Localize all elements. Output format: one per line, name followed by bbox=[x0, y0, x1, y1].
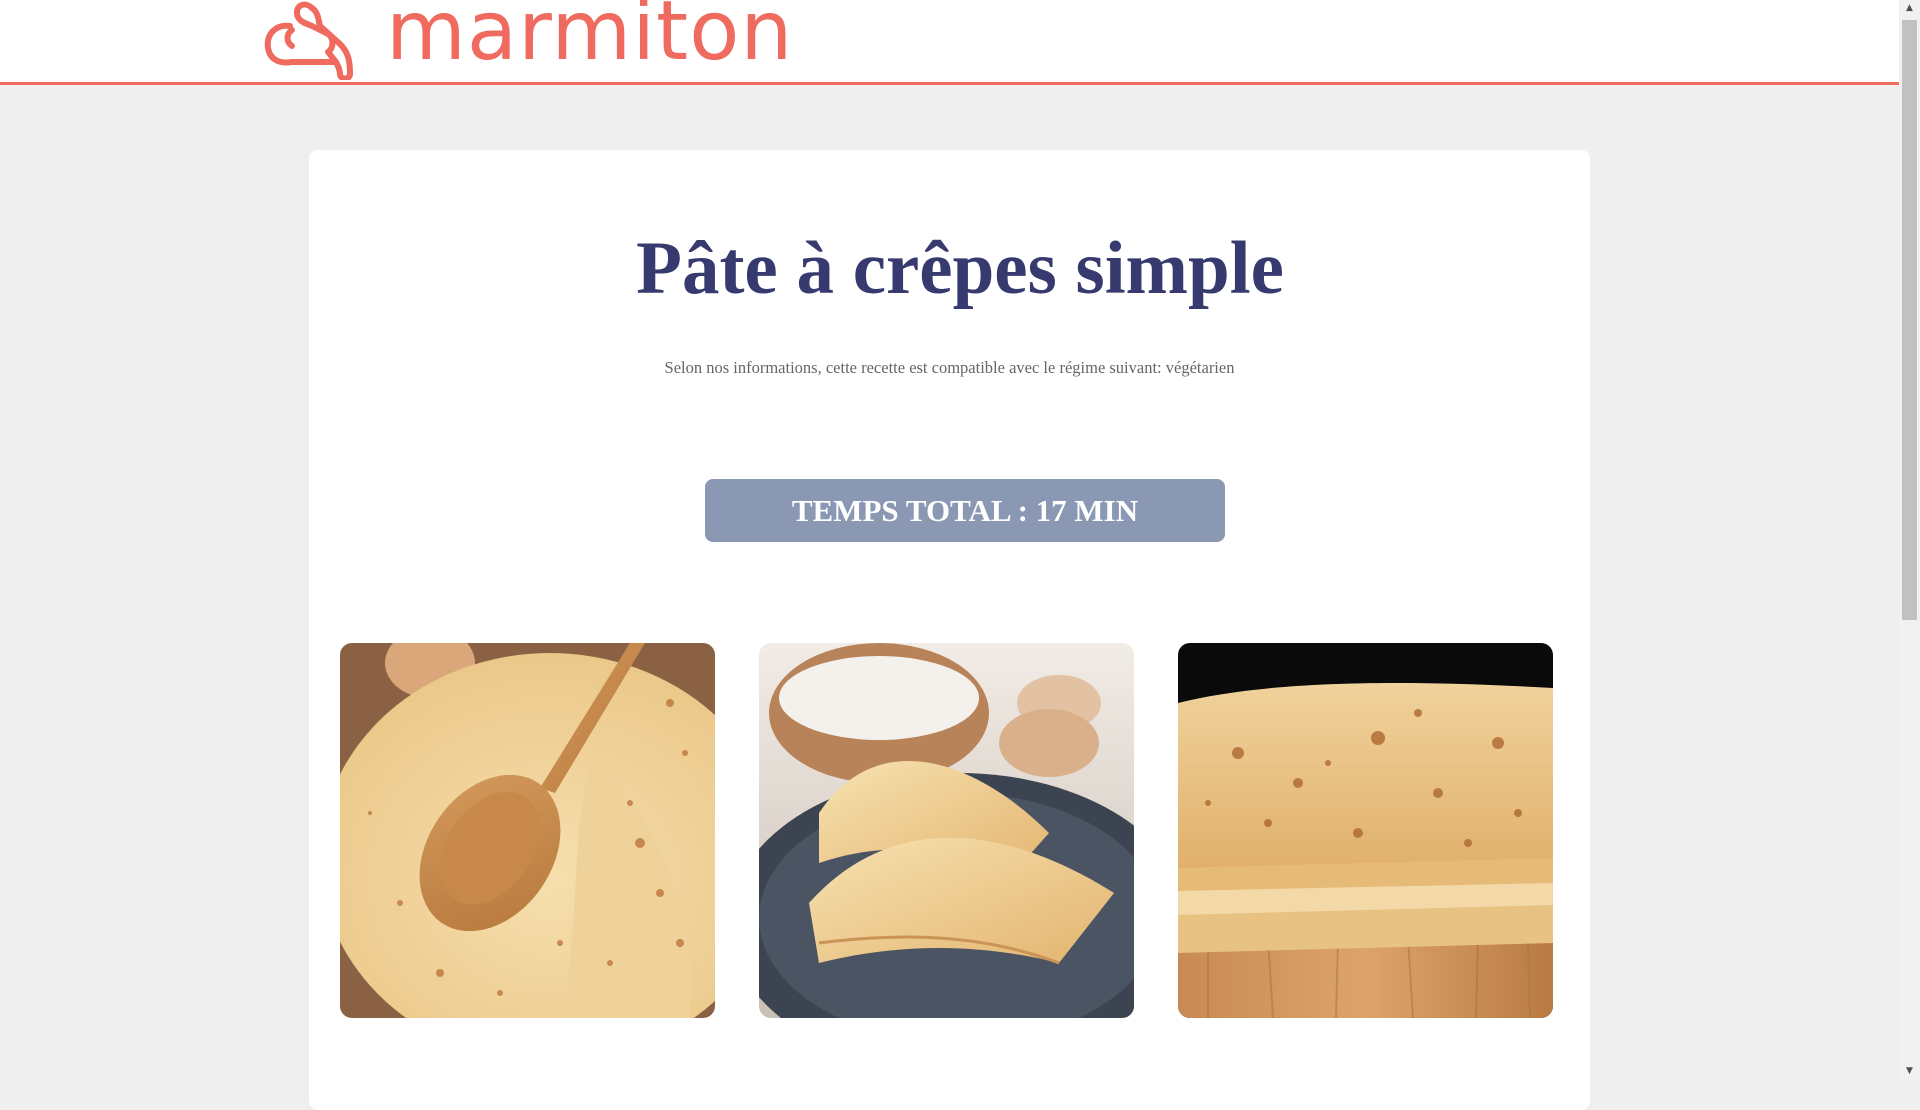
recipe-title: Pâte à crêpes simple bbox=[636, 227, 1284, 310]
folded-crepes-plate-photo bbox=[759, 643, 1134, 1018]
logo-text: marmiton bbox=[386, 0, 794, 79]
recipe-photo-2[interactable] bbox=[759, 643, 1134, 1018]
crepes-wooden-spoon-photo bbox=[340, 643, 715, 1018]
recipe-photo-3[interactable] bbox=[1178, 643, 1553, 1018]
crepes-stack-board-photo bbox=[1178, 643, 1553, 1018]
scroll-down-icon[interactable]: ▼ bbox=[1899, 1063, 1920, 1080]
scroll-up-icon[interactable]: ▲ bbox=[1899, 0, 1920, 17]
diet-note: Selon nos informations, cette recette es… bbox=[664, 358, 1235, 377]
marmiton-logo[interactable]: marmiton bbox=[262, 0, 793, 80]
page-scrollbar[interactable]: ▲ ▼ bbox=[1899, 0, 1920, 1080]
site-header: marmiton bbox=[0, 0, 1899, 85]
total-time-badge: TEMPS TOTAL : 17 MIN bbox=[705, 479, 1225, 542]
chef-hat-icon bbox=[264, 1, 353, 80]
scroll-thumb[interactable] bbox=[1902, 20, 1917, 620]
recipe-photo-1[interactable] bbox=[340, 643, 715, 1018]
